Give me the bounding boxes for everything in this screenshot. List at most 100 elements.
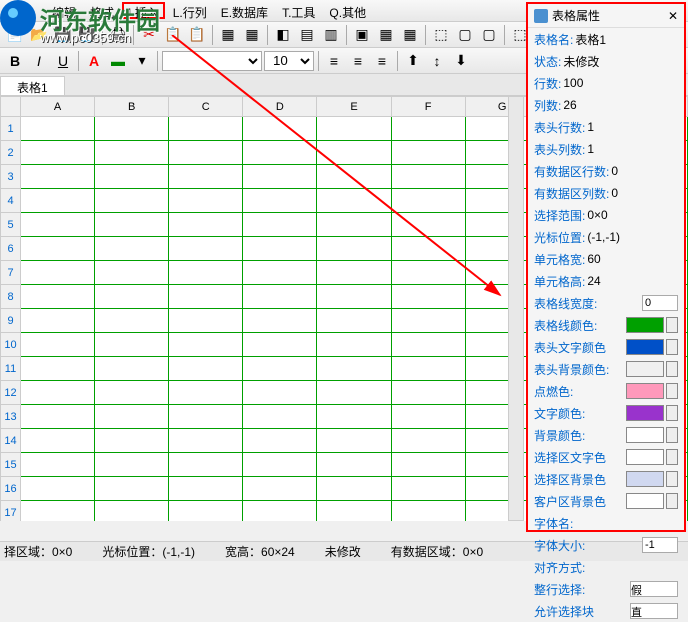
tool-icon[interactable]: ▢ <box>478 24 500 46</box>
cell[interactable] <box>391 141 465 165</box>
cell[interactable] <box>95 381 169 405</box>
cell[interactable] <box>317 213 391 237</box>
cell[interactable] <box>21 261 95 285</box>
cell[interactable] <box>391 237 465 261</box>
col-header[interactable]: E <box>317 97 391 117</box>
cell[interactable] <box>391 309 465 333</box>
sel-text-color-swatch[interactable] <box>626 449 664 465</box>
border-width-input[interactable] <box>642 295 678 311</box>
col-header[interactable]: D <box>243 97 317 117</box>
cell[interactable] <box>169 165 243 189</box>
cell[interactable] <box>169 261 243 285</box>
row-header[interactable]: 14 <box>1 429 21 453</box>
cell[interactable] <box>243 477 317 501</box>
cell[interactable] <box>317 309 391 333</box>
cell[interactable] <box>317 501 391 522</box>
tool-icon[interactable]: ▥ <box>320 24 342 46</box>
row-header[interactable]: 7 <box>1 261 21 285</box>
cell[interactable] <box>169 309 243 333</box>
tool-icon[interactable]: ▤ <box>296 24 318 46</box>
cell[interactable] <box>95 309 169 333</box>
text-color-swatch[interactable] <box>626 405 664 421</box>
color-icon[interactable]: ▾ <box>131 50 153 72</box>
tool-icon[interactable]: ◧ <box>272 24 294 46</box>
underline-icon[interactable]: U <box>52 50 74 72</box>
cell[interactable] <box>317 477 391 501</box>
prop-dot-color[interactable]: 点燃色: <box>528 380 684 402</box>
cell[interactable] <box>169 285 243 309</box>
dot-color-swatch[interactable] <box>626 383 664 399</box>
color-btn[interactable] <box>666 383 678 399</box>
color-btn[interactable] <box>666 449 678 465</box>
cell[interactable] <box>391 213 465 237</box>
cell[interactable] <box>317 237 391 261</box>
color-btn[interactable] <box>666 361 678 377</box>
row-header[interactable]: 12 <box>1 381 21 405</box>
cell[interactable] <box>169 501 243 522</box>
cell[interactable] <box>391 333 465 357</box>
font-size-select[interactable]: 10 <box>264 51 314 71</box>
paste-icon[interactable]: 📋 <box>186 24 208 46</box>
cell[interactable] <box>95 189 169 213</box>
cell[interactable] <box>21 453 95 477</box>
color-btn[interactable] <box>666 493 678 509</box>
color-btn[interactable] <box>666 317 678 333</box>
prop-font-name[interactable]: 字体名: <box>528 512 684 534</box>
row-header[interactable]: 11 <box>1 357 21 381</box>
cell[interactable] <box>243 501 317 522</box>
cell[interactable] <box>169 237 243 261</box>
menu-tools[interactable]: T.工具 <box>276 2 321 19</box>
menu-rowcol[interactable]: L.行列 <box>167 2 213 19</box>
cell[interactable] <box>95 261 169 285</box>
cell[interactable] <box>317 117 391 141</box>
prop-border-width[interactable]: 表格线宽度: <box>528 292 684 314</box>
cell[interactable] <box>95 357 169 381</box>
cell[interactable] <box>169 477 243 501</box>
cell[interactable] <box>317 165 391 189</box>
tab-sheet1[interactable]: 表格1 <box>0 76 65 95</box>
cell[interactable] <box>317 357 391 381</box>
cell[interactable] <box>169 189 243 213</box>
cell[interactable] <box>95 477 169 501</box>
cell[interactable] <box>317 285 391 309</box>
cell[interactable] <box>391 357 465 381</box>
row-header[interactable]: 15 <box>1 453 21 477</box>
tool-icon[interactable]: ▦ <box>399 24 421 46</box>
sel-bg-color-swatch[interactable] <box>626 471 664 487</box>
cell[interactable] <box>21 165 95 189</box>
font-select[interactable] <box>162 51 262 71</box>
cell[interactable] <box>95 117 169 141</box>
tool-icon[interactable]: ▣ <box>351 24 373 46</box>
cell[interactable] <box>317 141 391 165</box>
client-bg-color-swatch[interactable] <box>626 493 664 509</box>
prop-text-color[interactable]: 文字颜色: <box>528 402 684 424</box>
row-header[interactable]: 13 <box>1 405 21 429</box>
cell[interactable] <box>95 165 169 189</box>
tool-icon[interactable]: ▢ <box>454 24 476 46</box>
cell[interactable] <box>21 333 95 357</box>
prop-full-row-sel[interactable]: 整行选择:假 <box>528 578 684 600</box>
cell[interactable] <box>21 381 95 405</box>
cell[interactable] <box>243 453 317 477</box>
cell[interactable] <box>169 429 243 453</box>
cell[interactable] <box>95 141 169 165</box>
cell[interactable] <box>169 213 243 237</box>
cell[interactable] <box>317 429 391 453</box>
align-top-icon[interactable]: ⬆ <box>402 50 424 72</box>
tool-icon[interactable]: ⬚ <box>430 24 452 46</box>
cell[interactable] <box>95 213 169 237</box>
cell[interactable] <box>169 141 243 165</box>
cell[interactable] <box>243 213 317 237</box>
row-header[interactable]: 8 <box>1 285 21 309</box>
cell[interactable] <box>243 165 317 189</box>
prop-header-text-color[interactable]: 表头文字颜色 <box>528 336 684 358</box>
tool-icon[interactable]: ▦ <box>241 24 263 46</box>
prop-client-bg-color[interactable]: 客户区背景色 <box>528 490 684 512</box>
cell[interactable] <box>243 357 317 381</box>
cell[interactable] <box>243 381 317 405</box>
cell[interactable] <box>95 405 169 429</box>
header-bg-color-swatch[interactable] <box>626 361 664 377</box>
bold-icon[interactable]: B <box>4 50 26 72</box>
menu-database[interactable]: E.数据库 <box>215 2 274 19</box>
cell[interactable] <box>243 285 317 309</box>
